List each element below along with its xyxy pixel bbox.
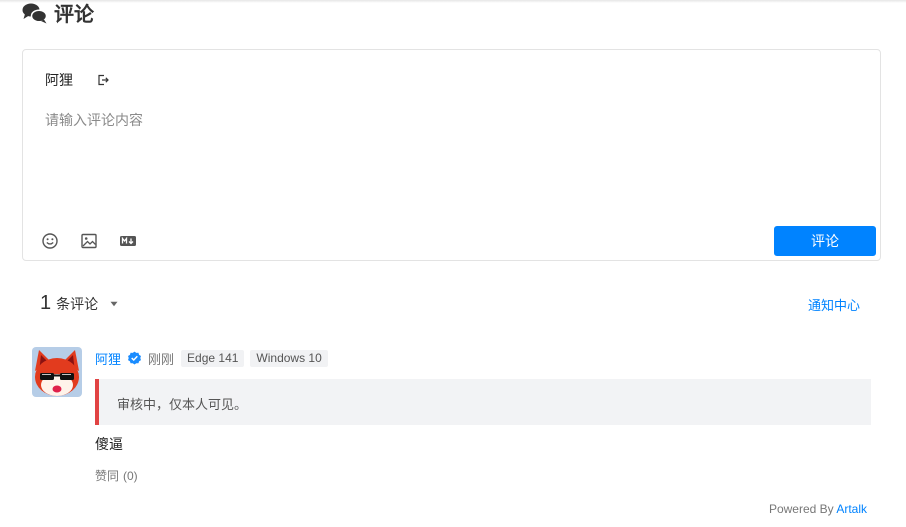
comment-author[interactable]: 阿狸 [95, 349, 121, 368]
logout-icon[interactable] [97, 74, 109, 86]
submit-comment-button[interactable]: 评论 [774, 226, 876, 256]
comment-count: 1 条评论 [40, 292, 118, 315]
verified-badge-icon [128, 351, 141, 364]
artalk-link[interactable]: Artalk [836, 502, 867, 516]
notification-center-link[interactable]: 通知中心 [808, 295, 860, 314]
comment-time: 刚刚 [148, 351, 175, 367]
vote-count: (0) [123, 469, 138, 483]
image-icon[interactable] [80, 232, 98, 250]
pending-notice: 审核中，仅本人可见。 [95, 379, 871, 425]
top-shadow [0, 0, 906, 3]
editor-user-name[interactable]: 阿狸 [45, 70, 73, 90]
comment-editor: 阿狸 请输入评论内容 评论 [22, 49, 881, 261]
editor-toolbar [41, 232, 137, 250]
markdown-icon[interactable] [119, 232, 137, 250]
comment-textarea[interactable]: 请输入评论内容 [45, 110, 143, 130]
caret-down-icon[interactable] [110, 301, 118, 307]
os-badge: Windows 10 [250, 349, 328, 367]
editor-header: 阿狸 [45, 70, 109, 90]
section-title: 评论 [54, 4, 94, 26]
chat-bubbles-icon [22, 3, 48, 23]
powered-by: Powered By Artalk [769, 502, 867, 516]
fox-avatar-image [32, 347, 82, 397]
section-header: 评论 [22, 0, 94, 27]
powered-by-label: Powered By [768, 502, 834, 516]
vote-label: 赞同 [95, 469, 120, 483]
browser-badge: Edge 141 [181, 349, 245, 367]
emoji-icon[interactable] [41, 232, 59, 250]
comment-header: 阿狸 刚刚 Edge 141 Windows 10 [95, 349, 328, 367]
pending-notice-text: 审核中，仅本人可见。 [117, 397, 248, 412]
vote-up-button[interactable]: 赞同 (0) [95, 467, 138, 484]
comment-content: 傻逼 [95, 436, 123, 452]
avatar[interactable] [32, 347, 82, 397]
comment-count-label: 条评论 [56, 296, 99, 312]
comment-count-number: 1 [40, 292, 52, 314]
